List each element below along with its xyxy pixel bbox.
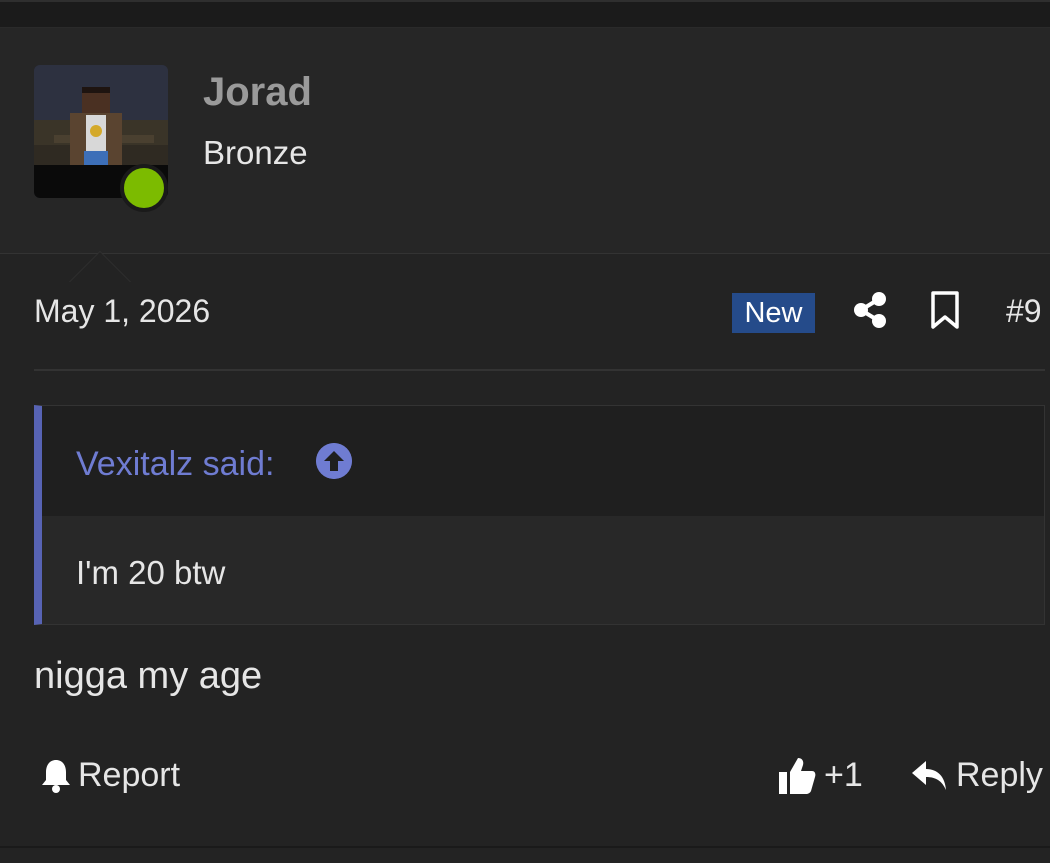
arrow-up-circle-icon[interactable] <box>316 443 352 479</box>
reply-button[interactable]: Reply <box>910 752 1043 798</box>
bell-icon <box>42 760 70 793</box>
reply-label: Reply <box>956 755 1043 794</box>
like-count: +1 <box>824 755 863 794</box>
divider <box>34 369 1045 371</box>
reply-icon <box>912 761 946 790</box>
quote-text: I'm 20 btw <box>76 554 226 591</box>
post-message: nigga my age <box>34 655 263 697</box>
report-button[interactable]: Report <box>40 752 180 798</box>
post-date[interactable]: May 1, 2026 <box>34 291 210 331</box>
header-pointer <box>70 252 130 282</box>
username[interactable]: Jorad <box>203 68 312 116</box>
report-label: Report <box>78 755 181 794</box>
quote-block: Vexitalz said: I'm 20 btw <box>34 405 1045 625</box>
post-bottom-border <box>0 846 1050 848</box>
thumbs-up-icon <box>779 758 816 794</box>
share-icon[interactable] <box>850 290 890 330</box>
like-button[interactable]: +1 <box>778 752 863 798</box>
user-title: Bronze <box>203 134 308 171</box>
quote-header[interactable]: Vexitalz said: <box>42 406 1044 516</box>
new-badge: New <box>732 293 815 333</box>
post-number[interactable]: #9 <box>1006 291 1042 331</box>
online-status-indicator <box>120 164 168 212</box>
top-bar <box>0 0 1050 28</box>
bookmark-icon[interactable] <box>928 290 962 330</box>
quote-body: I'm 20 btw <box>42 516 1044 624</box>
quote-author[interactable]: Vexitalz said: <box>76 443 274 485</box>
